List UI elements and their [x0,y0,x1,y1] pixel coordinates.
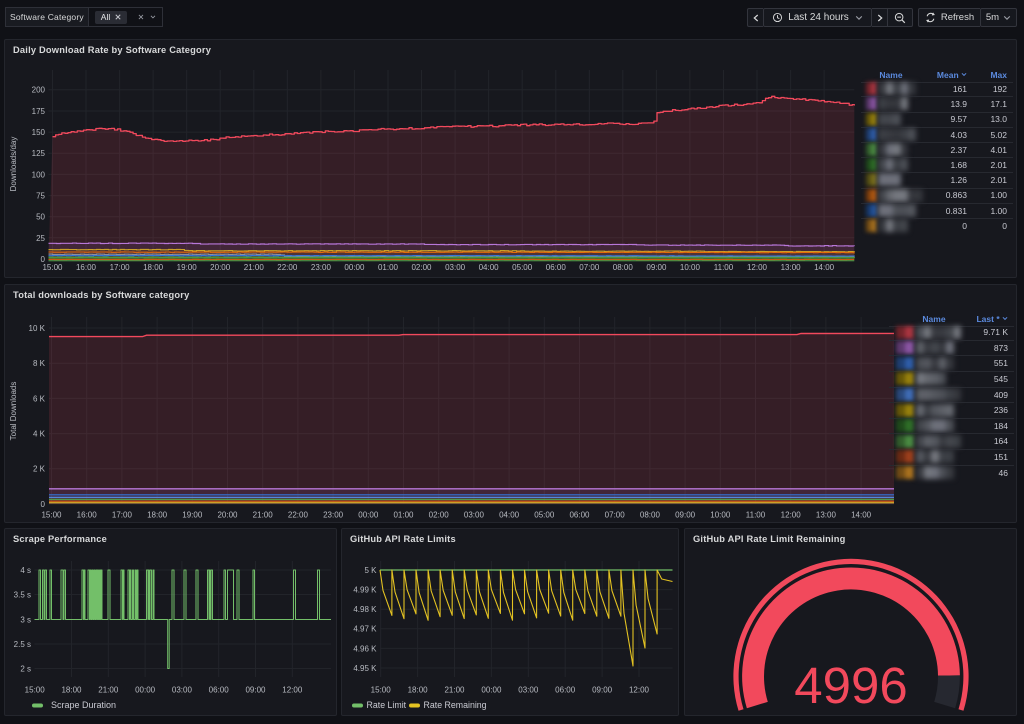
svg-text:Rate Remaining: Rate Remaining [424,700,487,710]
svg-text:21:00: 21:00 [444,685,465,694]
svg-text:2 K: 2 K [33,465,46,474]
svg-text:22:00: 22:00 [288,511,309,520]
svg-text:15:00: 15:00 [42,263,63,272]
svg-text:14:00: 14:00 [851,511,872,520]
svg-text:2.5 s: 2.5 s [14,640,31,649]
svg-text:09:00: 09:00 [646,263,667,272]
svg-text:00:00: 00:00 [481,685,502,694]
svg-text:20:00: 20:00 [210,263,231,272]
svg-text:16:00: 16:00 [76,263,97,272]
svg-text:175: 175 [32,107,46,116]
svg-text:13:00: 13:00 [816,511,837,520]
svg-text:18:00: 18:00 [408,685,429,694]
svg-text:8 K: 8 K [33,359,46,368]
svg-text:4 s: 4 s [20,566,31,575]
svg-text:11:00: 11:00 [746,511,766,520]
svg-text:13:00: 13:00 [781,263,802,272]
svg-text:3 s: 3 s [20,615,31,624]
svg-text:03:00: 03:00 [445,263,466,272]
svg-text:12:00: 12:00 [282,685,303,694]
svg-text:Rate Limit: Rate Limit [367,700,407,710]
svg-text:18:00: 18:00 [147,511,168,520]
svg-text:Downloads/day: Downloads/day [9,137,18,192]
svg-text:4.96 K: 4.96 K [353,644,377,653]
svg-text:10 K: 10 K [29,324,46,333]
svg-text:17:00: 17:00 [110,263,131,272]
svg-text:04:00: 04:00 [499,511,520,520]
svg-text:12:00: 12:00 [747,263,768,272]
svg-text:50: 50 [36,213,45,222]
svg-text:4.99 K: 4.99 K [353,586,377,595]
svg-text:4 K: 4 K [33,430,46,439]
svg-text:16:00: 16:00 [77,511,98,520]
svg-text:04:00: 04:00 [479,263,500,272]
svg-text:25: 25 [36,234,45,243]
svg-text:4.98 K: 4.98 K [353,605,377,614]
svg-text:00:00: 00:00 [358,511,379,520]
svg-text:Scrape Duration: Scrape Duration [51,700,116,710]
svg-text:15:00: 15:00 [41,511,62,520]
svg-text:08:00: 08:00 [640,511,661,520]
svg-text:00:00: 00:00 [135,685,156,694]
svg-text:01:00: 01:00 [378,263,399,272]
svg-text:02:00: 02:00 [411,263,432,272]
svg-text:15:00: 15:00 [371,685,392,694]
svg-text:07:00: 07:00 [579,263,600,272]
svg-text:5 K: 5 K [364,566,377,575]
svg-text:14:00: 14:00 [814,263,835,272]
svg-text:22:00: 22:00 [277,263,298,272]
svg-text:150: 150 [32,128,46,137]
svg-text:125: 125 [32,149,46,158]
svg-text:09:00: 09:00 [245,685,266,694]
svg-text:09:00: 09:00 [592,685,613,694]
svg-text:17:00: 17:00 [112,511,133,520]
svg-text:18:00: 18:00 [61,685,82,694]
svg-text:4.97 K: 4.97 K [353,625,377,634]
svg-text:01:00: 01:00 [393,511,414,520]
svg-text:100: 100 [32,170,46,179]
svg-text:09:00: 09:00 [675,511,696,520]
svg-text:0: 0 [41,500,46,509]
svg-text:6 K: 6 K [33,394,46,403]
svg-text:Total Downloads: Total Downloads [9,382,18,441]
svg-text:12:00: 12:00 [781,511,802,520]
svg-text:11:00: 11:00 [714,263,734,272]
svg-text:18:00: 18:00 [143,263,164,272]
svg-text:19:00: 19:00 [177,263,198,272]
svg-text:06:00: 06:00 [569,511,590,520]
svg-text:75: 75 [36,192,45,201]
svg-text:05:00: 05:00 [512,263,533,272]
svg-text:10:00: 10:00 [710,511,731,520]
svg-text:21:00: 21:00 [244,263,265,272]
svg-text:23:00: 23:00 [311,263,332,272]
svg-text:08:00: 08:00 [613,263,634,272]
svg-text:00:00: 00:00 [344,263,365,272]
svg-text:03:00: 03:00 [172,685,193,694]
svg-text:12:00: 12:00 [629,685,650,694]
svg-text:21:00: 21:00 [98,685,119,694]
svg-text:3.5 s: 3.5 s [14,590,31,599]
svg-text:05:00: 05:00 [534,511,555,520]
svg-text:10:00: 10:00 [680,263,701,272]
svg-text:07:00: 07:00 [605,511,626,520]
svg-text:03:00: 03:00 [464,511,485,520]
svg-text:2 s: 2 s [20,664,31,673]
svg-text:20:00: 20:00 [217,511,238,520]
svg-text:19:00: 19:00 [182,511,203,520]
svg-text:4.95 K: 4.95 K [353,664,377,673]
svg-text:21:00: 21:00 [253,511,274,520]
svg-text:06:00: 06:00 [555,685,576,694]
svg-text:15:00: 15:00 [25,685,46,694]
svg-text:06:00: 06:00 [546,263,567,272]
svg-text:06:00: 06:00 [209,685,230,694]
svg-text:4996: 4996 [794,657,907,714]
svg-text:02:00: 02:00 [429,511,450,520]
svg-text:200: 200 [32,86,46,95]
svg-text:23:00: 23:00 [323,511,344,520]
svg-text:03:00: 03:00 [518,685,539,694]
